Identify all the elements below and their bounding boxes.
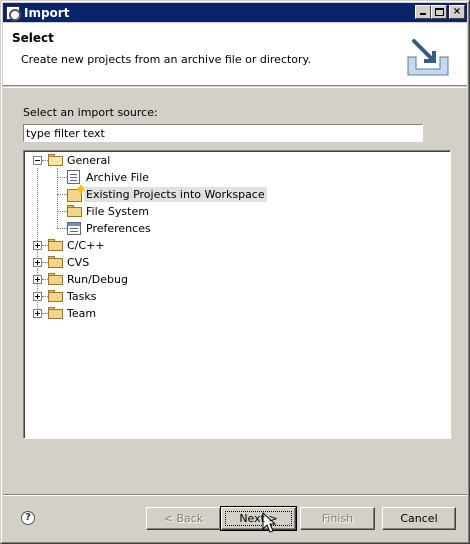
expand-icon[interactable]	[33, 309, 42, 318]
close-button[interactable]: ×	[449, 5, 465, 19]
minimize-button[interactable]	[415, 5, 431, 19]
maximize-icon	[435, 8, 444, 16]
tree-item-label: Team	[67, 307, 97, 320]
tree-item-archive-file[interactable]: Archive File	[24, 169, 444, 186]
tree-guide-line	[57, 194, 67, 195]
tree-guide-line	[57, 228, 67, 229]
eclipse-import-icon	[6, 5, 21, 21]
expand-icon[interactable]	[33, 275, 42, 284]
tree-item-file-system[interactable]: File System	[24, 203, 444, 220]
folder-icon	[67, 205, 83, 217]
tree-guide-line	[57, 177, 67, 178]
folder-icon	[48, 273, 64, 285]
filter-input[interactable]	[23, 124, 423, 142]
page-description: Create new projects from an archive file…	[21, 53, 311, 66]
folder-icon	[48, 239, 64, 251]
finish-button-label: Finish	[321, 512, 354, 525]
preferences-icon	[67, 222, 81, 235]
cancel-button[interactable]: Cancel	[382, 507, 456, 530]
archive-file-icon	[67, 170, 80, 184]
page-title: Select	[12, 31, 54, 45]
tree-item-label: File System	[86, 205, 149, 218]
tree-item-team[interactable]: Team	[24, 305, 444, 322]
wizard-header: Select Create new projects from an archi…	[3, 23, 467, 86]
next-button[interactable]: Next >	[220, 506, 297, 531]
collapse-icon[interactable]	[33, 156, 42, 165]
import-wizard-icon	[407, 39, 449, 76]
tree-guide-line	[57, 211, 67, 212]
tree-item-label: Existing Projects into Workspace	[84, 187, 267, 202]
minimize-icon	[420, 13, 426, 15]
maximize-button[interactable]	[431, 5, 447, 19]
back-button[interactable]: < Back	[146, 507, 221, 530]
import-source-label: Select an import source:	[23, 106, 158, 119]
tree-item-label: CVS	[67, 256, 90, 269]
expand-icon[interactable]	[33, 292, 42, 301]
import-source-tree[interactable]: General Archive File Existing Projects i…	[23, 150, 451, 439]
tree-item-label: Tasks	[67, 290, 97, 303]
window-title: Import	[24, 5, 70, 20]
project-icon	[67, 189, 82, 202]
tree-item-cpp[interactable]: C/C++	[24, 237, 444, 254]
tree-item-general[interactable]: General	[24, 152, 444, 169]
import-dialog: Import × Select Create new projects from…	[0, 0, 470, 544]
header-separator	[3, 87, 467, 88]
button-bar-separator	[3, 494, 467, 496]
finish-button[interactable]: Finish	[300, 507, 375, 530]
next-button-label: Next >	[239, 512, 278, 525]
folder-icon	[48, 256, 64, 268]
folder-icon	[48, 290, 64, 302]
tree-item-cvs[interactable]: CVS	[24, 254, 444, 271]
window-controls: ×	[415, 5, 465, 19]
expand-icon[interactable]	[33, 241, 42, 250]
tree-item-label: Archive File	[86, 171, 150, 184]
tree-item-existing-projects[interactable]: Existing Projects into Workspace	[24, 186, 444, 203]
tree-item-label: Run/Debug	[67, 273, 128, 286]
tree-item-label: C/C++	[67, 239, 105, 252]
close-icon: ×	[452, 6, 462, 17]
title-bar[interactable]: Import ×	[3, 3, 467, 22]
tree-item-label: Preferences	[86, 222, 151, 235]
tree-item-tasks[interactable]: Tasks	[24, 288, 444, 305]
back-button-label: < Back	[163, 512, 204, 525]
tree-item-label: General	[67, 154, 111, 167]
tree-item-preferences[interactable]: Preferences	[24, 220, 444, 237]
folder-icon	[48, 307, 64, 319]
folder-open-icon	[48, 154, 64, 166]
cancel-button-label: Cancel	[400, 512, 438, 525]
help-icon[interactable]: ?	[21, 511, 35, 525]
tree-item-run-debug[interactable]: Run/Debug	[24, 271, 444, 288]
expand-icon[interactable]	[33, 258, 42, 267]
